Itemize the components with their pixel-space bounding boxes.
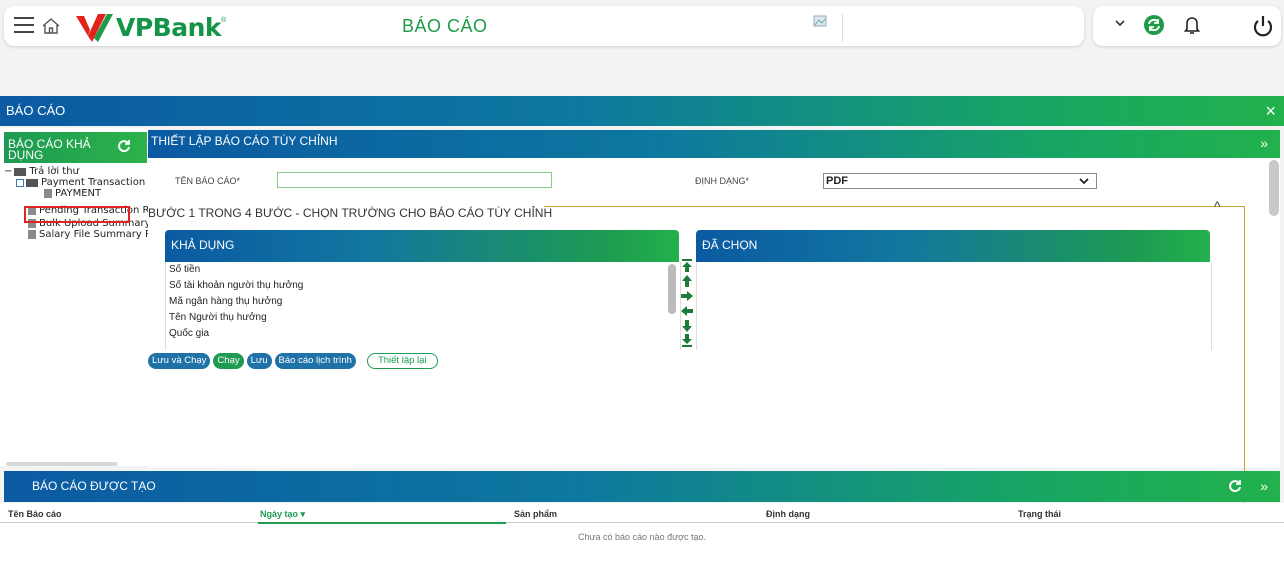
custom-report-form: TÊN BÁO CÁO* ĐỊNH DẠNG* PDF BƯỚC 1 TRONG… [148,158,1280,512]
list-item[interactable]: Quốc gia [166,326,680,342]
available-fields-title: KHẢ DỤNG [171,238,235,252]
table-header-divider [0,522,1284,523]
column-header-status[interactable]: Trạng thái [1018,509,1061,519]
vpbank-logo-mark-icon [76,14,113,42]
save-button[interactable]: Lưu [246,353,272,369]
generated-reports-table: Tên Báo cáo Ngày tạo ▾ Sản phẩm Định dạn… [0,503,1284,569]
list-item[interactable]: Số tiền [166,262,680,278]
report-name-input[interactable] [277,172,552,188]
column-header-report-name[interactable]: Tên Báo cáo [8,509,62,519]
top-bar-actions [1093,6,1281,46]
sync-icon[interactable] [1143,14,1165,36]
report-name-label: TÊN BÁO CÁO* [175,176,241,186]
available-reports-panel: BÁO CÁO KHẢ DỤNG − Trả lời thư Payment Tr… [0,128,158,466]
home-icon[interactable] [40,15,62,37]
tree-group-label: Payment Transaction R [41,177,156,188]
tree-root-label: Trả lời thư [29,166,79,177]
vpbank-logo[interactable]: VPBank ® [74,10,226,44]
list-item[interactable]: Số tài khoản người thụ hưởng [166,278,680,294]
tree-item-salary-file[interactable]: Salary File Summary Re [4,229,158,240]
format-value: PDF [826,175,848,187]
move-up-icon[interactable] [681,273,693,288]
run-button[interactable]: Chạy [213,353,244,369]
available-fields-header: KHẢ DỤNG [165,230,679,262]
horizontal-scrollbar[interactable] [6,462,118,466]
move-arrows [681,258,693,348]
collapse-toggle-icon[interactable] [16,178,24,187]
move-right-icon[interactable] [681,288,693,303]
available-reports-header: BÁO CÁO KHẢ DỤNG [4,132,147,163]
selected-fields-title: ĐÃ CHỌN [702,238,758,252]
report-header-bar: BÁO CÁO × [0,96,1284,126]
tree-group[interactable]: Payment Transaction R [4,177,158,188]
column-header-product[interactable]: Sản phẩm [514,509,557,519]
move-bottom-icon[interactable] [681,333,693,348]
move-left-icon[interactable] [681,303,693,318]
highlight-box [24,206,130,223]
column-header-created-date[interactable]: Ngày tạo ▾ [260,509,305,520]
step-title: BƯỚC 1 TRONG 4 BƯỚC - CHỌN TRƯỜNG CHO BÁ… [148,206,553,220]
close-icon[interactable]: × [1265,96,1276,126]
action-buttons: Lưu và Chạy Chạy Lưu Báo cáo lịch trình … [148,353,438,369]
custom-report-header: THIẾT LẬP BÁO CÁO TÙY CHỈNH » [148,130,1280,158]
expand-icon[interactable]: » [1260,132,1268,154]
sorted-column-indicator [258,522,506,524]
expand-icon[interactable]: » [1260,478,1268,494]
tree-item-label: Salary File Summary Re [39,229,158,240]
tree-child-label: PAYMENT [55,188,102,199]
broken-image-icon [813,14,843,42]
empty-table-message: Chưa có báo cáo nào được tạo. [577,532,707,542]
selected-fields-list [696,262,1212,350]
generated-reports-title: BÁO CÁO ĐƯỢC TẠO [32,479,156,493]
format-label: ĐỊNH DẠNG* [695,176,750,186]
vertical-scrollbar[interactable] [1269,160,1279,216]
generated-reports-actions: » [1228,471,1268,502]
available-list-scrollbar[interactable] [668,264,676,314]
tree-child[interactable]: PAYMENT [4,188,158,199]
top-bar: VPBank ® BÁO CÁO [0,0,1284,52]
schedule-report-button[interactable]: Báo cáo lịch trình [274,353,356,369]
move-top-icon[interactable] [681,258,693,273]
list-item[interactable]: Tên Người thụ hưởng [166,310,680,326]
folder-icon [14,167,27,176]
notification-bell-icon[interactable] [1184,15,1200,35]
chevron-down-icon[interactable] [1113,16,1127,30]
top-bar-main: VPBank ® BÁO CÁO [4,6,1084,46]
collapse-caret-icon[interactable]: ^ [1214,198,1221,214]
chevron-down-icon [1079,178,1089,185]
column-header-format[interactable]: Định dạng [766,509,810,519]
page-title: BÁO CÁO [402,16,488,36]
document-icon [44,189,52,198]
custom-report-title: THIẾT LẬP BÁO CÁO TÙY CHỈNH [151,134,338,148]
reset-button[interactable]: Thiết lập lại [366,353,438,369]
format-select[interactable]: PDF [823,173,1097,189]
power-logout-icon[interactable] [1252,14,1274,38]
available-fields-list: Số tiền Số tài khoản người thụ hưởng Mã … [165,262,681,350]
refresh-icon[interactable] [117,139,131,153]
report-header-title: BÁO CÁO [6,103,66,118]
brand-name: VPBank [116,12,222,42]
selected-fields-header: ĐÃ CHỌN [696,230,1210,262]
refresh-icon[interactable] [1228,479,1242,493]
folder-icon [26,178,38,187]
move-down-icon[interactable] [681,318,693,333]
list-item[interactable]: Mã ngân hàng thụ hưởng [166,294,680,310]
generated-reports-header: BÁO CÁO ĐƯỢC TẠO » [4,471,1280,502]
save-and-run-button[interactable]: Lưu và Chạy [148,353,211,369]
hamburger-menu-icon[interactable] [14,17,34,35]
tree-root[interactable]: − Trả lời thư [4,166,158,177]
report-tree: − Trả lời thư Payment Transaction R PAYME… [4,166,158,240]
document-icon [28,230,36,239]
